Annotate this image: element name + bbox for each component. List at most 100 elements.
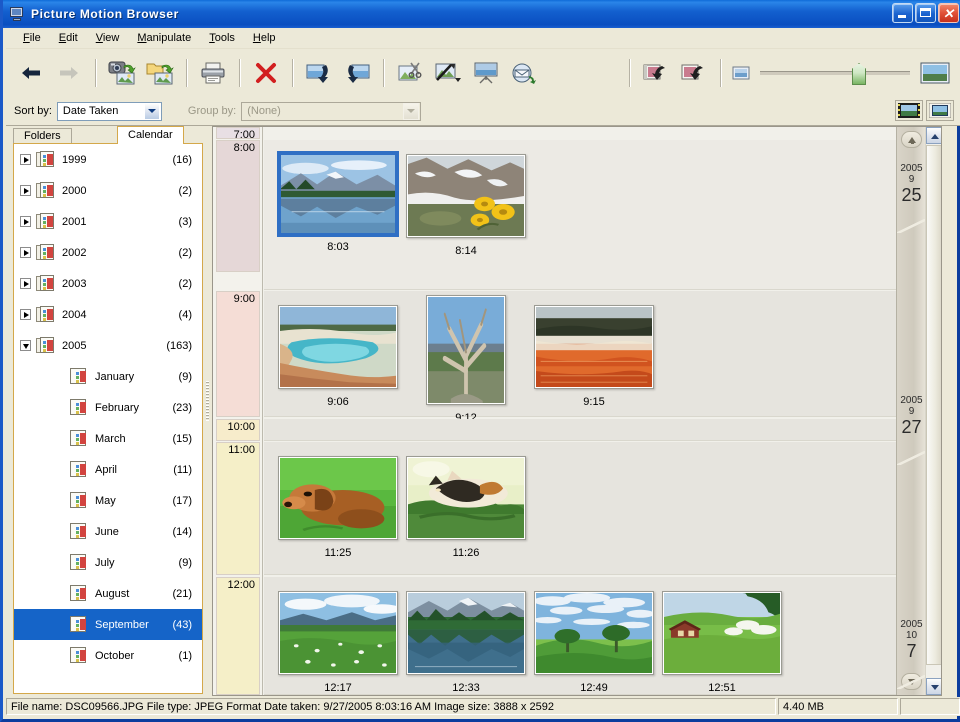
photo-thumbnail[interactable] xyxy=(278,591,398,675)
zoom-slider-thumb[interactable] xyxy=(852,63,866,85)
delete-button[interactable] xyxy=(249,56,283,90)
menu-view[interactable]: View xyxy=(87,30,129,46)
photo-thumbnail[interactable] xyxy=(406,456,526,540)
tree-item-july[interactable]: July (9) xyxy=(14,547,202,578)
tree-item-label: 1999 xyxy=(62,153,87,166)
time-band-label: 9:00 xyxy=(233,293,255,305)
chevron-down-icon[interactable] xyxy=(403,102,420,120)
tree-item-april[interactable]: April (11) xyxy=(14,454,202,485)
tree-item-september[interactable]: September (43) xyxy=(14,609,202,640)
photo-cell[interactable]: 9:12 xyxy=(402,291,530,424)
tab-folders[interactable]: Folders xyxy=(13,128,72,144)
tree-item-january[interactable]: January (9) xyxy=(14,361,202,392)
viewer-scrollbar[interactable] xyxy=(925,127,941,695)
calendar-folder-icon xyxy=(69,647,89,664)
menu-bar: File Edit View Manipulate Tools Help xyxy=(6,28,960,49)
large-thumbnail-icon[interactable] xyxy=(918,60,952,86)
scroll-up-button[interactable] xyxy=(926,127,941,144)
photo-thumbnail[interactable] xyxy=(662,591,782,675)
tree-item-2004[interactable]: 2004 (4) xyxy=(14,299,202,330)
export-image-button[interactable] xyxy=(677,56,711,90)
photo-thumbnail[interactable] xyxy=(278,305,398,389)
photo-row-thumbnails: 8:03 8:14 xyxy=(264,140,896,289)
back-button[interactable] xyxy=(14,56,48,90)
photo-cell[interactable]: 9:06 xyxy=(274,291,402,408)
photo-thumbnail[interactable] xyxy=(534,591,654,675)
maximize-button[interactable] xyxy=(915,3,936,23)
tree-item-count: (21) xyxy=(172,587,192,600)
edit-image-button[interactable] xyxy=(393,56,427,90)
status-file-info: File name: DSC09566.JPG File type: JPEG … xyxy=(6,698,776,715)
photo-cell[interactable]: 12:33 xyxy=(402,577,530,694)
tab-calendar[interactable]: Calendar xyxy=(117,126,184,144)
photo-thumbnail[interactable] xyxy=(406,591,526,675)
menu-help[interactable]: Help xyxy=(244,30,285,46)
forward-button[interactable] xyxy=(52,56,86,90)
small-thumbnail-icon[interactable] xyxy=(730,63,752,83)
correct-image-button[interactable] xyxy=(431,56,465,90)
expand-toggle-icon[interactable] xyxy=(20,154,31,165)
photo-cell[interactable]: 12:49 xyxy=(530,577,658,694)
slideshow-button[interactable] xyxy=(469,56,503,90)
tree-item-2005[interactable]: 2005 (163) xyxy=(14,330,202,361)
zoom-slider-track[interactable] xyxy=(760,63,910,85)
photo-thumbnail[interactable] xyxy=(534,305,654,389)
expand-toggle-icon[interactable] xyxy=(20,278,31,289)
close-button[interactable]: ✕ xyxy=(938,3,959,23)
tree-item-august[interactable]: August (21) xyxy=(14,578,202,609)
photo-thumbnail[interactable] xyxy=(278,456,398,540)
photo-cell[interactable]: 8:14 xyxy=(402,140,530,257)
expand-toggle-icon[interactable] xyxy=(20,247,31,258)
photo-cell[interactable]: 11:26 xyxy=(402,442,530,559)
import-from-camera-button[interactable] xyxy=(105,56,139,90)
photo-cell[interactable]: 11:25 xyxy=(274,442,402,559)
scroll-up-date-button[interactable] xyxy=(901,131,922,148)
rotate-right-button[interactable] xyxy=(340,56,374,90)
date-separator xyxy=(897,675,926,689)
scroll-down-button[interactable] xyxy=(926,678,941,695)
tree-item-february[interactable]: February (23) xyxy=(14,392,202,423)
tree-item-june[interactable]: June (14) xyxy=(14,516,202,547)
tree-item-2001[interactable]: 2001 (3) xyxy=(14,206,202,237)
menu-manipulate[interactable]: Manipulate xyxy=(128,30,200,46)
photo-thumbnail[interactable] xyxy=(426,295,506,405)
menu-file[interactable]: File xyxy=(14,30,50,46)
menu-edit[interactable]: Edit xyxy=(50,30,87,46)
photo-thumbnail-selected[interactable] xyxy=(277,151,399,237)
email-button[interactable] xyxy=(507,56,541,90)
photo-cell[interactable]: 9:15 xyxy=(530,291,658,408)
panel-splitter[interactable] xyxy=(204,126,211,696)
tree-item-march[interactable]: March (15) xyxy=(14,423,202,454)
group-by-combo[interactable]: (None) xyxy=(241,101,422,121)
menu-tools[interactable]: Tools xyxy=(200,30,244,46)
tree-item-2000[interactable]: 2000 (2) xyxy=(14,175,202,206)
tree-item-2002[interactable]: 2002 (2) xyxy=(14,237,202,268)
expand-toggle-icon[interactable] xyxy=(20,216,31,227)
toolbar xyxy=(6,49,960,98)
minimize-button[interactable] xyxy=(892,3,913,23)
photo-cell[interactable]: 12:51 xyxy=(658,577,786,694)
export-filmstrip-button[interactable] xyxy=(639,56,673,90)
calendar-tree[interactable]: 1999 (16) 2000 (2) 2001 (3) 2002 (2) 2003 (2)… xyxy=(13,143,203,694)
scrollbar-thumb[interactable] xyxy=(926,145,941,665)
collapse-toggle-icon[interactable] xyxy=(20,340,31,351)
photo-thumbnail[interactable] xyxy=(406,154,526,238)
expand-toggle-icon[interactable] xyxy=(20,309,31,320)
tree-item-october[interactable]: October (1) xyxy=(14,640,202,671)
tree-item-may[interactable]: May (17) xyxy=(14,485,202,516)
chevron-down-icon[interactable] xyxy=(143,102,160,120)
sort-by-label: Sort by: xyxy=(14,105,52,117)
sort-by-combo[interactable]: Date Taken xyxy=(56,101,162,121)
single-image-view-button[interactable] xyxy=(926,100,954,121)
filmstrip-view-button[interactable] xyxy=(895,100,923,121)
import-from-folder-button[interactable] xyxy=(143,56,177,90)
thumbnail-size-slider[interactable] xyxy=(728,60,954,86)
photo-cell[interactable]: 8:03 xyxy=(274,140,402,253)
photo-cell[interactable]: 12:17 xyxy=(274,577,402,694)
tree-item-1999[interactable]: 1999 (16) xyxy=(14,144,202,175)
tree-item-2003[interactable]: 2003 (2) xyxy=(14,268,202,299)
rotate-left-button[interactable] xyxy=(302,56,336,90)
print-button[interactable] xyxy=(196,56,230,90)
expand-toggle-icon[interactable] xyxy=(20,185,31,196)
photo-thumbnail-image xyxy=(408,458,524,538)
